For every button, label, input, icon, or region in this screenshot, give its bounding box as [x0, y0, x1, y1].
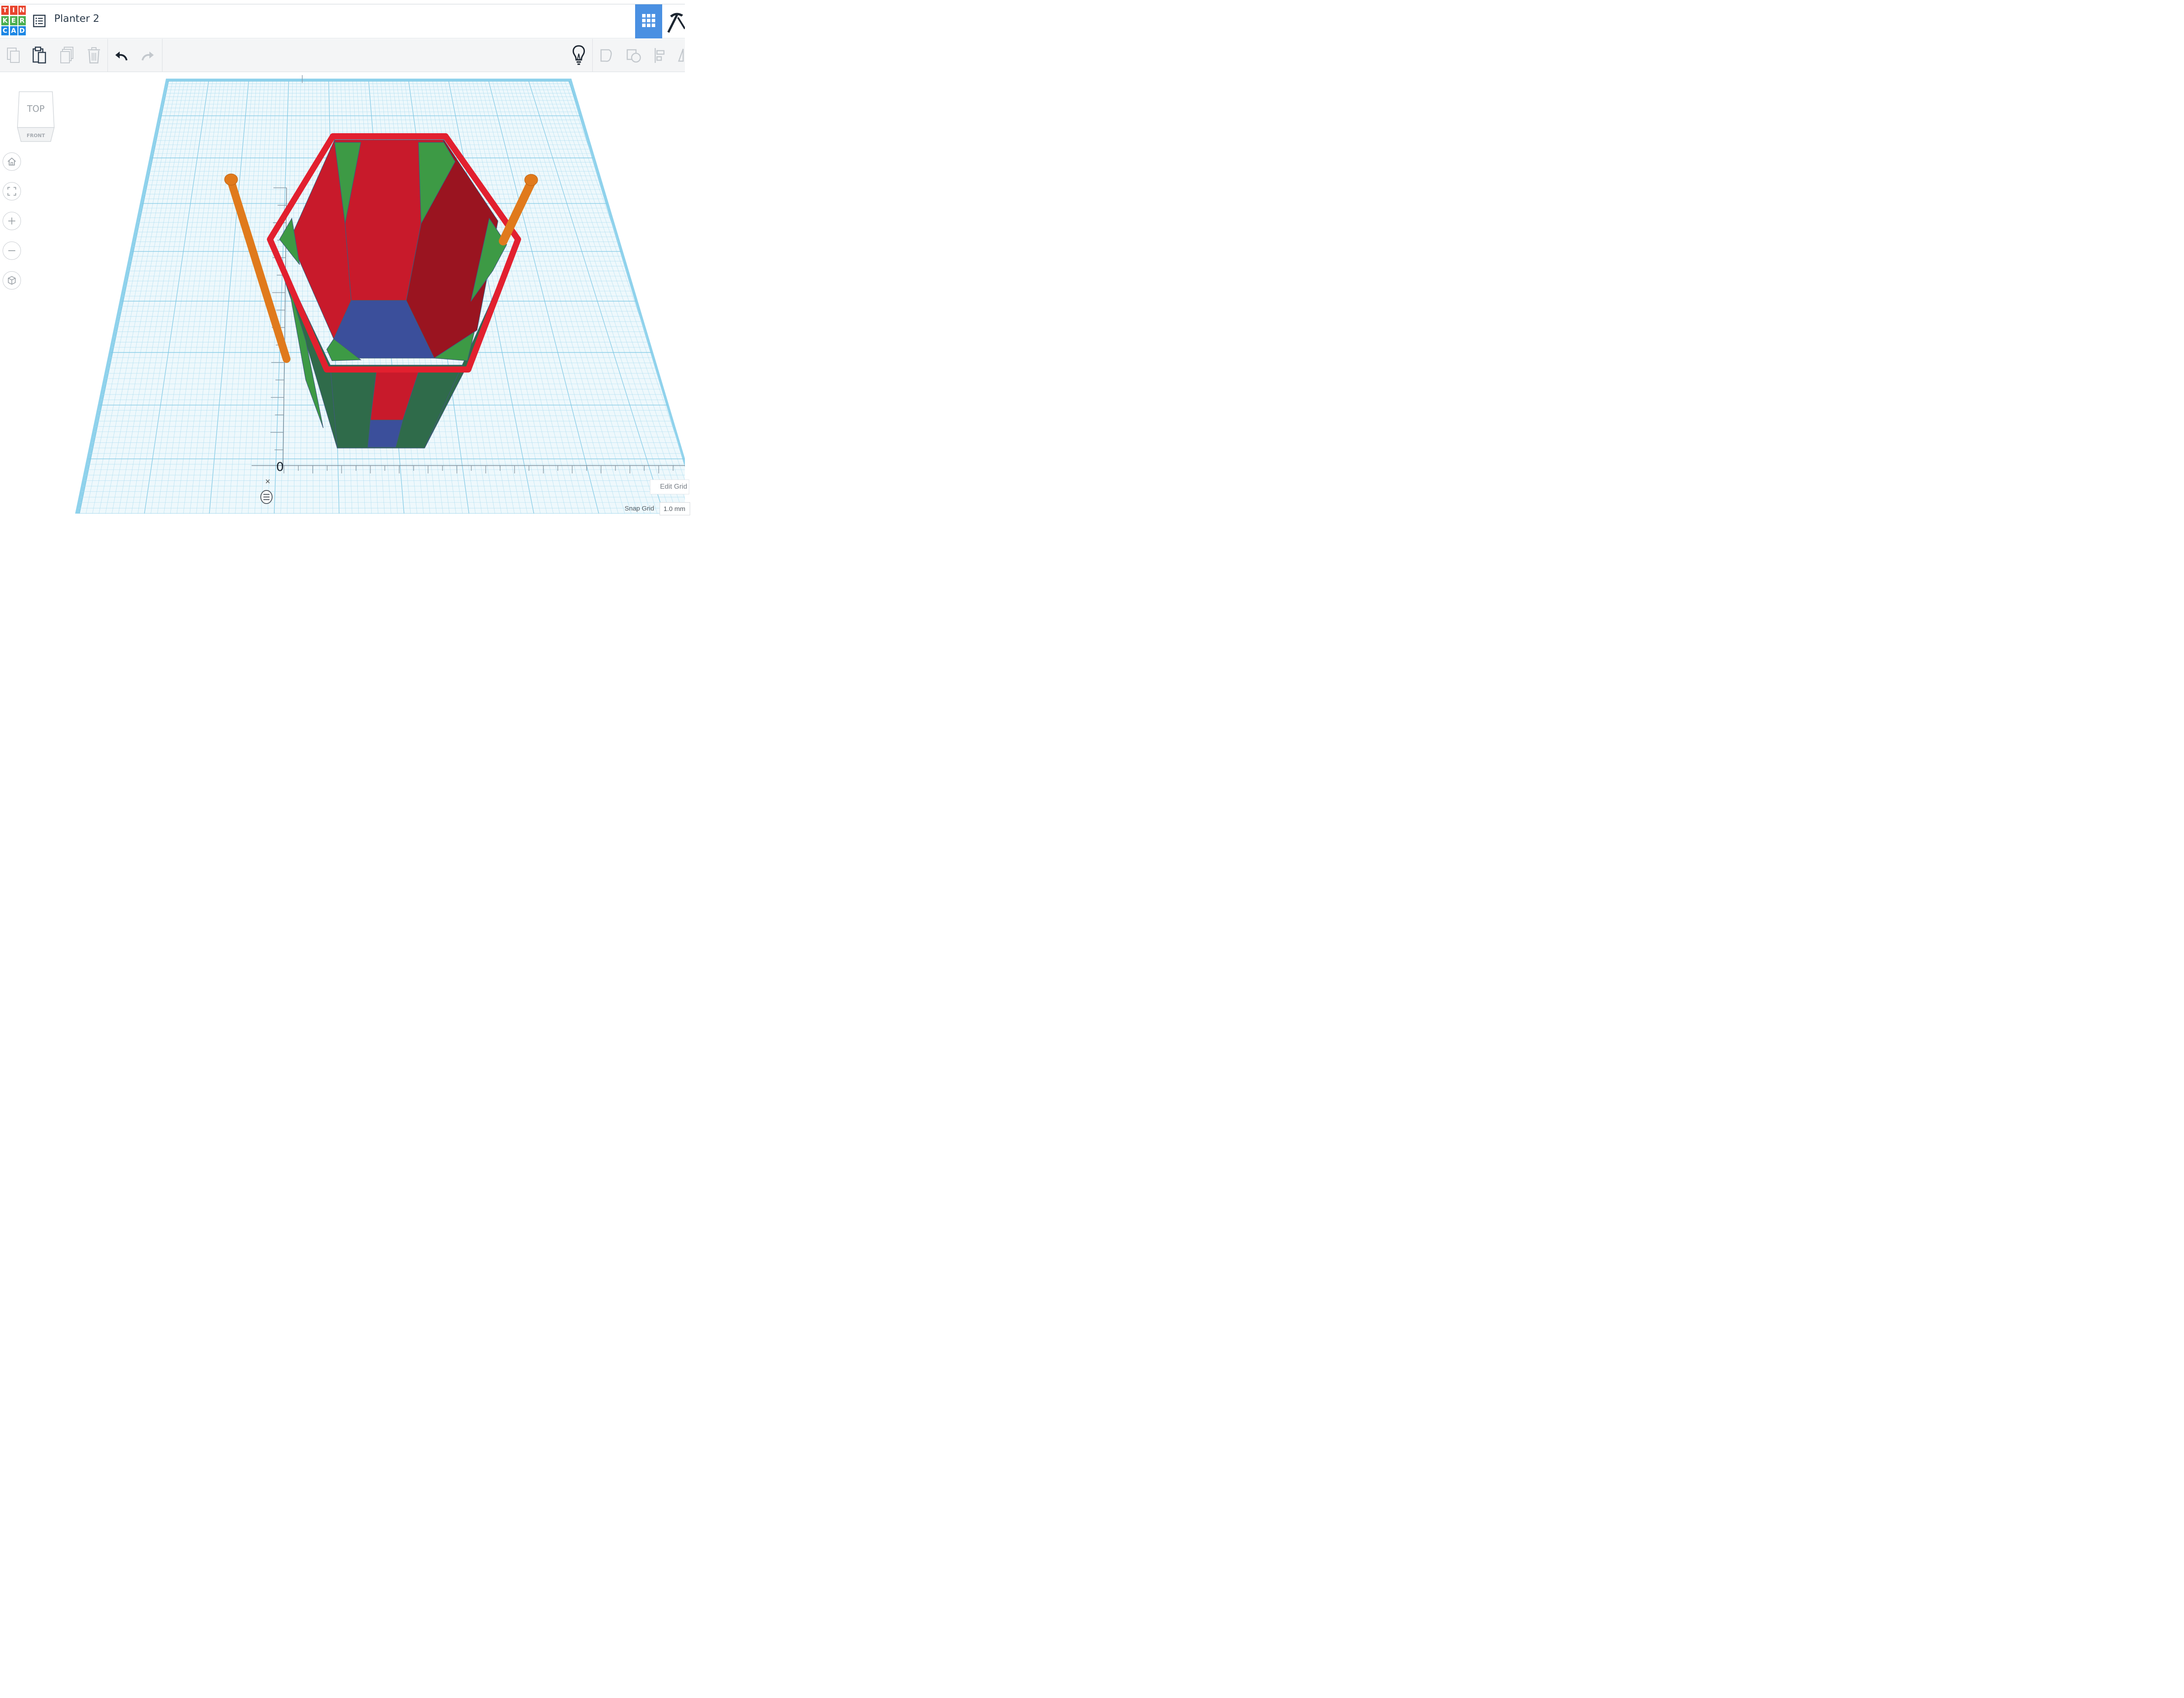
group-button[interactable] — [594, 39, 619, 72]
logo-letter: K — [1, 16, 9, 25]
align-button[interactable] — [648, 39, 673, 72]
toolbar-divider — [592, 39, 593, 72]
notes-button[interactable] — [567, 39, 591, 72]
lightbulb-icon — [573, 45, 585, 65]
list-icon[interactable] — [32, 14, 46, 28]
app-header: TINKERCAD Planter 2 — [0, 4, 686, 38]
rod-right-top — [524, 174, 538, 186]
undo-button[interactable] — [109, 39, 134, 72]
delete-button[interactable] — [82, 39, 106, 72]
project-title[interactable]: Planter 2 — [54, 13, 100, 24]
logo-letter: T — [1, 6, 9, 15]
ruler-menu-button[interactable] — [259, 489, 273, 505]
snap-grid-select[interactable]: 1.0 mm — [660, 502, 690, 515]
toolbar-divider — [107, 39, 108, 72]
align-icon — [654, 48, 665, 63]
logo-letter: R — [18, 16, 26, 25]
logo-letter: C — [1, 26, 9, 35]
mirror-button[interactable] — [673, 39, 685, 72]
view-cube[interactable]: TOP FRONT — [17, 90, 55, 143]
mirror-icon — [678, 48, 684, 62]
perspective-button[interactable] — [3, 271, 21, 290]
logo-letter: D — [18, 26, 26, 35]
paste-button[interactable] — [27, 39, 52, 72]
logo-letter: E — [10, 16, 17, 25]
tinkercad-logo[interactable]: TINKERCAD — [1, 6, 26, 36]
rod-left-top — [224, 173, 238, 186]
plus-icon — [8, 217, 15, 224]
view-cube-top-label[interactable]: TOP — [27, 104, 45, 114]
ungroup-button[interactable] — [621, 39, 646, 72]
ruler-icon — [260, 490, 273, 504]
redo-icon — [142, 52, 154, 61]
pickaxe-icon[interactable] — [664, 7, 686, 36]
edit-toolbar — [0, 39, 685, 72]
copy-button[interactable] — [1, 39, 26, 72]
workplane-canvas[interactable]: 0 — [0, 72, 702, 514]
ungroup-icon — [626, 49, 641, 63]
fit-view-button[interactable] — [3, 182, 21, 200]
edit-grid-button[interactable]: Edit Grid — [650, 480, 689, 494]
close-ruler-button[interactable]: × — [262, 476, 273, 487]
redo-button[interactable] — [135, 39, 160, 72]
zoom-in-button[interactable] — [3, 212, 21, 230]
workplane-viewport[interactable]: 0 TOP FRONT — [0, 72, 702, 514]
grid-view-button[interactable] — [635, 4, 662, 38]
minus-icon — [8, 250, 15, 251]
cube-icon — [8, 276, 16, 285]
logo-letter: A — [10, 26, 17, 35]
group-icon — [600, 49, 612, 62]
duplicate-button[interactable] — [55, 39, 79, 72]
home-icon — [7, 157, 16, 166]
copy-icon — [7, 48, 20, 63]
home-view-button[interactable] — [3, 152, 21, 171]
duplicate-icon — [60, 47, 73, 63]
view-cube-front-label[interactable]: FRONT — [27, 133, 45, 138]
undo-icon — [115, 52, 128, 61]
logo-letter: I — [10, 6, 17, 15]
origin-label: 0 — [276, 459, 284, 474]
grid-icon — [642, 14, 655, 27]
trash-icon — [88, 47, 100, 64]
window-top-border — [0, 0, 685, 4]
paste-icon — [32, 46, 46, 64]
zoom-out-button[interactable] — [3, 242, 21, 260]
fit-icon — [7, 187, 16, 196]
snap-grid-label: Snap Grid — [625, 505, 654, 512]
logo-letter: N — [18, 6, 26, 15]
